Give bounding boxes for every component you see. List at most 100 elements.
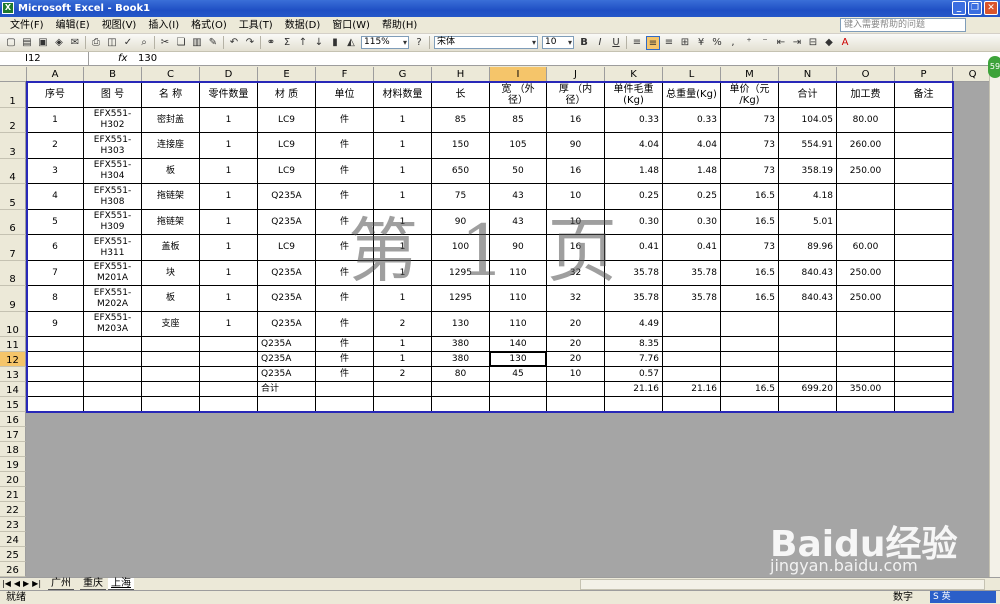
table-cell[interactable]: 2 (374, 367, 432, 382)
table-cell[interactable]: 1 (374, 261, 432, 286)
row-header-1[interactable]: 1 (0, 82, 26, 108)
table-cell[interactable]: 0.41 (663, 235, 721, 261)
table-cell[interactable]: 4 (27, 184, 84, 210)
table-cell[interactable]: 密封盖 (142, 108, 200, 133)
comma-style-icon[interactable]: , (726, 36, 740, 50)
table-cell[interactable] (490, 397, 547, 412)
table-cell[interactable]: 90 (547, 133, 605, 159)
table-cell[interactable]: Q235A (258, 337, 316, 352)
table-cell[interactable]: Q235A (258, 367, 316, 382)
table-cell[interactable] (837, 312, 895, 337)
table-cell[interactable]: 10 (547, 210, 605, 235)
table-cell[interactable]: 件 (316, 210, 374, 235)
table-cell[interactable]: EFX551- H303 (84, 133, 142, 159)
table-cell[interactable]: 50 (490, 159, 547, 184)
table-header-cell[interactable]: 长 (432, 82, 490, 108)
table-cell[interactable] (547, 382, 605, 397)
table-cell[interactable] (663, 352, 721, 367)
increase-decimal-icon[interactable]: ⁺ (742, 36, 756, 50)
table-cell[interactable] (721, 397, 779, 412)
table-cell[interactable] (721, 337, 779, 352)
table-cell[interactable]: 75 (432, 184, 490, 210)
vertical-scrollbar[interactable] (989, 67, 1000, 577)
row-header-5[interactable]: 5 (0, 184, 26, 210)
column-header-N[interactable]: N (779, 67, 837, 82)
table-cell[interactable]: 1 (27, 108, 84, 133)
table-cell[interactable]: 150 (432, 133, 490, 159)
table-cell[interactable] (895, 312, 953, 337)
table-cell[interactable] (605, 397, 663, 412)
table-cell[interactable]: 21.16 (663, 382, 721, 397)
row-header-13[interactable]: 13 (0, 367, 26, 382)
drawing-icon[interactable]: ◭ (344, 36, 358, 50)
table-header-cell[interactable]: 名 称 (142, 82, 200, 108)
table-cell[interactable]: 110 (490, 286, 547, 312)
row-header-17[interactable]: 17 (0, 427, 26, 442)
column-header-J[interactable]: J (547, 67, 605, 82)
column-header-G[interactable]: G (374, 67, 432, 82)
table-cell[interactable]: 8 (27, 286, 84, 312)
table-cell[interactable] (895, 210, 953, 235)
row-header-15[interactable]: 15 (0, 397, 26, 412)
table-cell[interactable]: 块 (142, 261, 200, 286)
table-cell[interactable]: 1 (200, 184, 258, 210)
table-cell[interactable]: 4.04 (605, 133, 663, 159)
copy-icon[interactable]: ❏ (174, 36, 188, 50)
table-cell[interactable] (316, 382, 374, 397)
table-cell[interactable] (721, 312, 779, 337)
column-header-L[interactable]: L (663, 67, 721, 82)
table-cell[interactable]: 20 (547, 352, 605, 367)
table-cell[interactable]: Q235A (258, 184, 316, 210)
table-cell[interactable]: 80.00 (837, 108, 895, 133)
table-cell[interactable] (316, 397, 374, 412)
font-size-select[interactable]: 10 (542, 36, 574, 49)
column-header-I[interactable]: I (490, 67, 547, 82)
table-cell[interactable] (27, 382, 84, 397)
table-cell[interactable]: 16.5 (721, 184, 779, 210)
table-cell[interactable]: 1 (374, 235, 432, 261)
table-cell[interactable] (84, 382, 142, 397)
table-cell[interactable]: EFX551- H311 (84, 235, 142, 261)
last-tab-icon[interactable]: ▶| (32, 578, 41, 590)
table-cell[interactable]: 1 (200, 235, 258, 261)
table-cell[interactable] (84, 337, 142, 352)
table-cell[interactable]: 16 (547, 108, 605, 133)
table-cell[interactable]: 10 (547, 184, 605, 210)
table-cell[interactable]: 1295 (432, 286, 490, 312)
decrease-decimal-icon[interactable]: ⁻ (758, 36, 772, 50)
menu-edit[interactable]: 编辑(E) (50, 17, 96, 34)
table-cell[interactable] (142, 352, 200, 367)
table-header-cell[interactable]: 总重量(Kg) (663, 82, 721, 108)
table-cell[interactable]: EFX551- H309 (84, 210, 142, 235)
table-cell[interactable]: 4.04 (663, 133, 721, 159)
row-header-23[interactable]: 23 (0, 517, 26, 532)
table-cell[interactable] (837, 337, 895, 352)
table-cell[interactable]: 380 (432, 352, 490, 367)
menu-insert[interactable]: 插入(I) (142, 17, 185, 34)
decrease-indent-icon[interactable]: ⇤ (774, 36, 788, 50)
column-header-P[interactable]: P (895, 67, 953, 82)
table-cell[interactable]: Q235A (258, 312, 316, 337)
table-cell[interactable]: 拖链架 (142, 184, 200, 210)
table-cell[interactable]: 1 (374, 352, 432, 367)
row-header-11[interactable]: 11 (0, 337, 26, 352)
table-cell[interactable] (895, 367, 953, 382)
table-cell[interactable]: 35.78 (663, 261, 721, 286)
table-cell[interactable]: 件 (316, 312, 374, 337)
table-cell[interactable]: 件 (316, 133, 374, 159)
column-header-Q[interactable]: Q (953, 67, 989, 82)
table-cell[interactable]: 件 (316, 261, 374, 286)
save-icon[interactable]: ▣ (36, 36, 50, 50)
table-cell[interactable]: 0.30 (605, 210, 663, 235)
table-cell[interactable]: 件 (316, 108, 374, 133)
table-cell[interactable] (779, 397, 837, 412)
table-cell[interactable] (27, 352, 84, 367)
menu-format[interactable]: 格式(O) (185, 17, 233, 34)
table-cell[interactable]: 1 (374, 337, 432, 352)
first-tab-icon[interactable]: |◀ (2, 578, 11, 590)
table-cell[interactable]: 16.5 (721, 261, 779, 286)
row-header-22[interactable]: 22 (0, 502, 26, 517)
table-cell[interactable]: Q235A (258, 352, 316, 367)
table-cell[interactable]: 380 (432, 337, 490, 352)
table-cell[interactable]: 16.5 (721, 286, 779, 312)
